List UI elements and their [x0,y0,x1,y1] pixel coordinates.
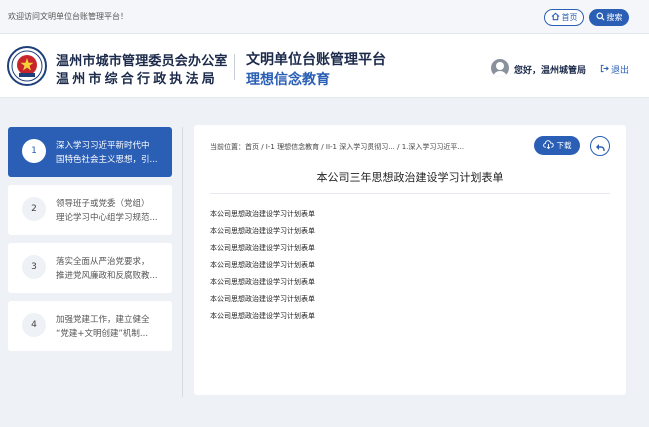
logout-label: 退出 [611,66,630,76]
home-icon [551,12,560,23]
home-label: 首页 [561,13,578,22]
sidebar-item-1[interactable]: 1 深入学习习近平新时代中 国特色社会主义思想，引... [8,127,172,177]
sidebar-item-label: 领导班子或党委（党组） [56,199,150,209]
emblem-logo-icon [7,46,47,86]
panel-divider [182,127,183,397]
search-icon [595,12,605,23]
document-link[interactable]: 本公司思想政治建设学习计划表单 [210,260,315,277]
sidebar-item-label: 深入学习习近平新时代中 [56,141,150,151]
org-name-line1: 温州市城市管理委员会办公室 [56,54,228,69]
download-label: 下载 [556,141,572,150]
welcome-text: 欢迎访问文明单位台账管理平台！ [8,12,128,21]
platform-title: 文明单位台账管理平台 [246,52,386,68]
logout-icon [600,64,609,76]
top-bar: 欢迎访问文明单位台账管理平台！ 首页 搜索 [0,0,649,34]
item-number-badge: 1 [22,139,46,163]
site-header: 温州市城市管理委员会办公室 温州市综合行政执法局 文明单位台账管理平台 理想信念… [0,34,649,98]
sidebar-item-label: “党建+文明创建”机制... [56,329,149,339]
search-label: 搜索 [606,13,623,22]
home-button[interactable]: 首页 [544,9,584,26]
title-divider [210,193,610,194]
sidebar-item-label: 推进党风廉政和反腐败教... [56,271,158,281]
document-link[interactable]: 本公司思想政治建设学习计划表单 [210,294,315,311]
document-link[interactable]: 本公司思想政治建设学习计划表单 [210,243,315,260]
document-link[interactable]: 本公司思想政治建设学习计划表单 [210,311,315,328]
document-link[interactable]: 本公司思想政治建设学习计划表单 [210,209,315,226]
org-name-line2: 温州市综合行政执法局 [56,72,219,87]
cloud-download-icon [542,140,554,151]
search-button[interactable]: 搜索 [589,9,629,26]
header-divider [234,54,235,80]
sidebar-item-4[interactable]: 4 加强党建工作，建立健全 “党建+文明创建”机制... [8,301,172,351]
item-number-badge: 3 [22,255,46,279]
logout-link[interactable]: 退出 [600,63,629,76]
breadcrumb[interactable]: 当前位置：首页 / I-1 理想信念教育 / II-1 深入学习贯彻习... /… [210,142,464,152]
sidebar-item-label: 国特色社会主义思想，引... [56,155,158,165]
content-panel: 当前位置：首页 / I-1 理想信念教育 / II-1 深入学习贯彻习... /… [194,125,626,395]
document-link[interactable]: 本公司思想政治建设学习计划表单 [210,226,315,243]
item-number-badge: 2 [22,197,46,221]
sidebar-item-label: 落实全面从严治党要求， [56,257,150,267]
back-button[interactable] [590,136,610,156]
download-button[interactable]: 下载 [534,136,580,155]
document-list: 本公司思想政治建设学习计划表单 本公司思想政治建设学习计划表单 本公司思想政治建… [210,209,315,328]
document-title: 本公司三年思想政治建设学习计划表单 [316,171,504,184]
sidebar-item-2[interactable]: 2 领导班子或党委（党组） 理论学习中心组学习规范... [8,185,172,235]
sidebar-item-3[interactable]: 3 落实全面从严治党要求， 推进党风廉政和反腐败教... [8,243,172,293]
sidebar-item-label: 加强党建工作，建立健全 [56,315,150,325]
user-avatar-icon[interactable] [491,59,509,77]
item-number-badge: 4 [22,313,46,337]
document-link[interactable]: 本公司思想政治建设学习计划表单 [210,277,315,294]
user-greeting: 您好，温州城管局 [514,66,587,76]
back-arrow-icon [595,137,605,156]
sidebar-item-label: 理论学习中心组学习规范... [56,213,158,223]
section-title: 理想信念教育 [246,72,330,88]
